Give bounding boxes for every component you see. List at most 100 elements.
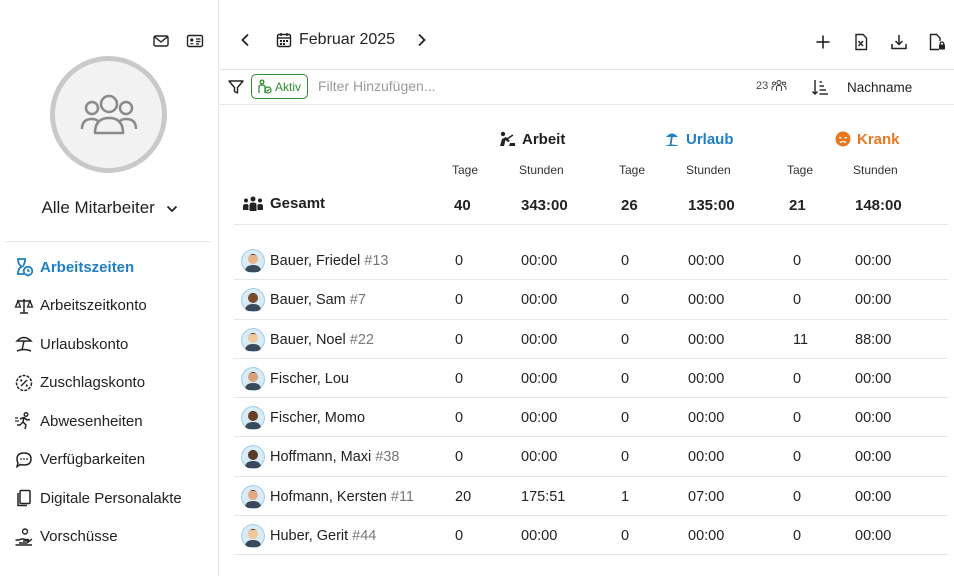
id-card-icon[interactable] (186, 32, 204, 50)
employee-number: #13 (364, 253, 389, 269)
mail-icon[interactable] (152, 32, 170, 50)
cell-value: 0 (793, 370, 802, 387)
table-row[interactable]: Huber, Gerit #44 0 00:00 0 00:00 0 00:00 (234, 516, 948, 556)
cell-value: 0 (455, 292, 464, 309)
cell-value: 00:00 (855, 370, 892, 387)
excel-export-icon[interactable] (852, 33, 870, 51)
cell-value: 0 (455, 449, 464, 466)
documents-icon (17, 490, 31, 507)
sick-face-icon (835, 131, 851, 147)
table-row[interactable]: Fischer, Momo 0 00:00 0 00:00 0 00:00 (234, 398, 948, 438)
filter-icon[interactable] (228, 79, 244, 95)
table-row[interactable]: Bauer, Sam #7 0 00:00 0 00:00 0 00:00 (234, 280, 948, 320)
cell-value: 00:00 (521, 370, 558, 387)
month-label[interactable]: Februar 2025 (299, 31, 395, 49)
employee-avatar (241, 445, 265, 470)
caret-down-icon (166, 205, 177, 212)
employee-name[interactable]: Bauer, Friedel #13 (270, 253, 388, 269)
employee-number: #38 (375, 449, 400, 466)
cell-value: 0 (621, 370, 630, 387)
cell-value: 0 (621, 292, 630, 309)
employee-name[interactable]: Hoffmann, Maxi #38 (270, 449, 399, 465)
nav-item-arbeitszeitkonto[interactable]: Arbeitszeitkonto (14, 287, 214, 326)
employee-avatar (241, 524, 265, 549)
beach-umbrella-icon (665, 133, 679, 146)
chevron-left-icon (241, 33, 249, 47)
employee-name[interactable]: Huber, Gerit #44 (270, 528, 376, 544)
sidebar-nav: Arbeitszeiten Arbeitszeitkonto Urlaubsko… (14, 248, 214, 556)
employee-select-label: Alle Mitarbeiter (41, 198, 155, 217)
table-row[interactable]: Hoffmann, Maxi #38 0 00:00 0 00:00 0 00:00 (234, 437, 948, 477)
table-row[interactable]: Bauer, Noel #22 0 00:00 0 00:00 11 88:00 (234, 320, 948, 359)
chat-bubble-icon (15, 451, 32, 468)
nav-item-label: Digitale Personalakte (40, 489, 182, 507)
cell-value: 00:00 (855, 449, 892, 466)
cell-value: 00:00 (855, 253, 892, 269)
employee-rows: Bauer, Friedel #13 0 00:00 0 00:00 0 00:00 Bauer… (234, 241, 948, 556)
employee-name[interactable]: Fischer, Lou (270, 371, 353, 387)
lock-document-icon[interactable] (928, 33, 946, 51)
cell-value: 00:00 (521, 528, 558, 545)
calendar-icon[interactable] (276, 32, 292, 48)
employee-name[interactable]: Fischer, Momo (270, 410, 369, 426)
cell-value: 0 (455, 528, 464, 545)
nav-item-arbeitszeiten[interactable]: Arbeitszeiten (14, 248, 214, 287)
employee-number: #11 (390, 488, 414, 505)
cell-value: 00:00 (688, 528, 725, 545)
category-label: Urlaub (686, 130, 734, 148)
employee-avatar (241, 249, 265, 273)
sort-field-select[interactable]: Nachname (847, 80, 912, 95)
total-value: 26 (621, 197, 638, 214)
nav-item-digitale-personalakte[interactable]: Digitale Personalakte (14, 479, 214, 518)
sort-ascending-icon[interactable] (811, 78, 829, 96)
table-row[interactable]: Hofmann, Kersten #11 20 175:51 1 07:00 0 00:00 (234, 477, 948, 517)
cell-value: 0 (793, 528, 802, 545)
download-icon[interactable] (890, 33, 908, 51)
hourglass-clock-icon (17, 258, 34, 277)
worker-icon (500, 131, 515, 146)
cell-value: 00:00 (688, 370, 725, 387)
table-row[interactable]: Bauer, Friedel #13 0 00:00 0 00:00 0 00:00 (234, 241, 948, 281)
people-count-icon (771, 80, 787, 91)
nav-item-abwesenheiten[interactable]: Abwesenheiten (14, 402, 214, 441)
cell-value: 00:00 (855, 410, 892, 427)
cell-value: 0 (793, 410, 802, 427)
employee-name[interactable]: Bauer, Noel #22 (270, 332, 374, 348)
employee-name[interactable]: Bauer, Sam #7 (270, 292, 366, 308)
prev-month-button[interactable] (238, 31, 252, 49)
employee-avatar (241, 288, 265, 313)
cell-value: 0 (621, 253, 630, 269)
employee-avatar (241, 327, 265, 352)
employee-name[interactable]: Hofmann, Kersten #11 (270, 489, 414, 505)
nav-item-vorschuesse[interactable]: Vorschüsse (14, 518, 214, 557)
cell-value: 00:00 (521, 449, 558, 466)
cell-value: 1 (621, 488, 630, 505)
nav-item-zuschlagskonto[interactable]: Zuschlagskonto (14, 364, 214, 403)
employee-select[interactable]: Alle Mitarbeiter (0, 198, 219, 218)
beach-umbrella-icon (15, 337, 33, 352)
cell-value: 00:00 (688, 253, 725, 269)
chip-label: Aktiv (275, 79, 302, 94)
cell-value: 0 (621, 449, 630, 466)
active-filter-chip[interactable]: Aktiv (251, 74, 309, 99)
total-value: 148:00 (855, 197, 902, 214)
cell-value: 00:00 (521, 253, 558, 269)
cell-value: 0 (793, 449, 802, 466)
cell-value: 0 (621, 410, 630, 427)
column-header: Tage (452, 163, 479, 177)
table-row[interactable]: Fischer, Lou 0 00:00 0 00:00 0 00:00 (234, 359, 948, 399)
sidebar-divider (6, 241, 210, 242)
nav-item-verfuegbarkeiten[interactable]: Verfügbarkeiten (14, 441, 214, 480)
scale-icon (14, 298, 34, 314)
total-value: 343:00 (521, 197, 568, 214)
next-month-button[interactable] (415, 31, 429, 49)
nav-item-label: Zuschlagskonto (40, 374, 146, 392)
nav-item-urlaubskonto[interactable]: Urlaubskonto (14, 325, 214, 364)
add-icon[interactable] (814, 33, 832, 51)
hand-coins-icon (15, 528, 33, 546)
employee-number: #22 (349, 331, 374, 348)
cell-value: 00:00 (855, 528, 892, 545)
cell-value: 00:00 (688, 292, 725, 309)
cell-value: 00:00 (855, 292, 892, 309)
filter-input[interactable] (318, 78, 718, 94)
